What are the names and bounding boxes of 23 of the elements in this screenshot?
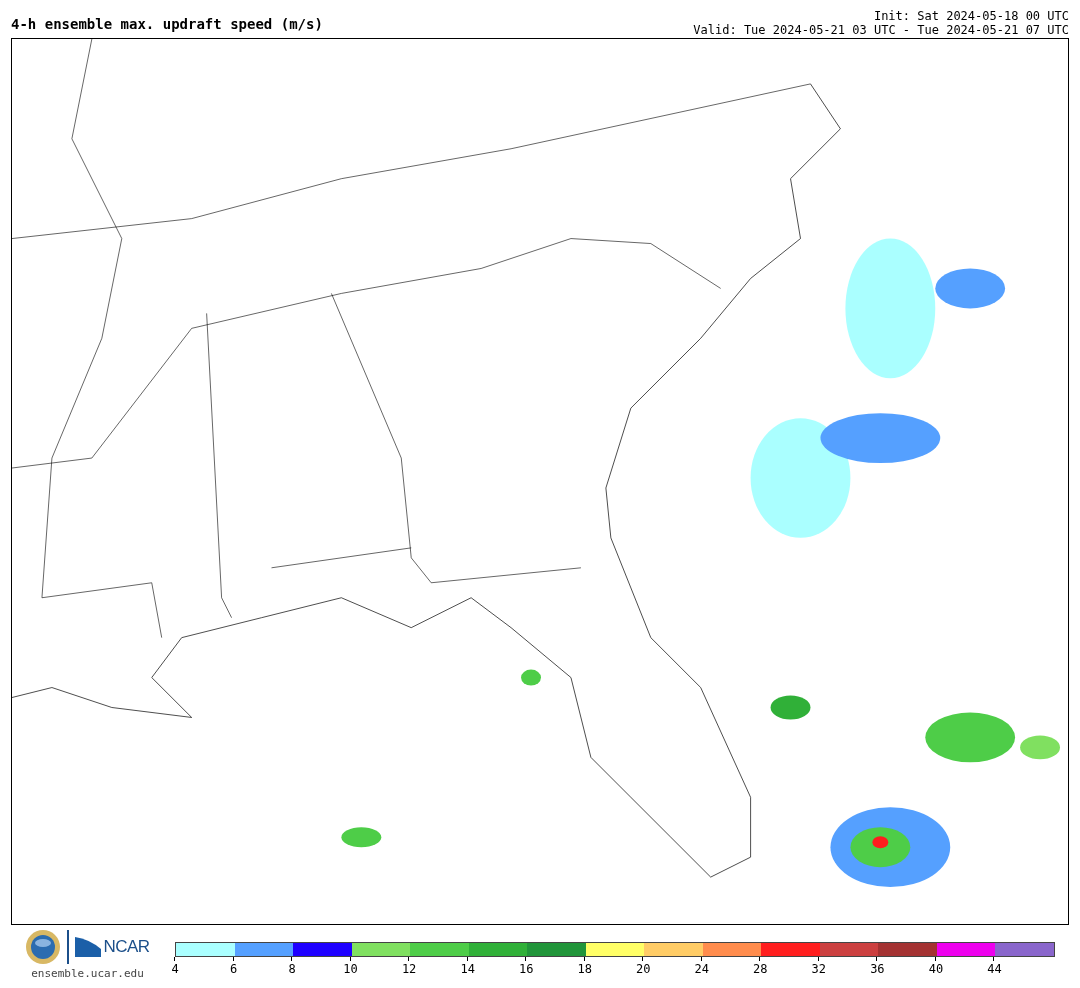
scale-label: 14 <box>460 962 475 976</box>
init-time: Init: Sat 2024-05-18 00 UTC <box>873 9 1069 23</box>
scale-label: 24 <box>694 962 709 976</box>
chart-title: 4-h ensemble max. updraft speed (m/s) <box>11 16 323 34</box>
logo-text: NCAR <box>103 937 150 957</box>
scale-label: 12 <box>401 962 417 976</box>
scale-label: 16 <box>518 962 534 976</box>
scale-label: 6 <box>229 962 238 976</box>
swoosh-icon <box>75 937 102 957</box>
scale-label: 10 <box>343 962 358 976</box>
scale-label: 40 <box>928 962 944 976</box>
scale-label: 8 <box>288 962 296 976</box>
scale-label: 18 <box>577 962 592 976</box>
scale-label: 20 <box>636 962 651 976</box>
scale-label: 32 <box>811 962 827 976</box>
valid-time: Valid: Tue 2024-05-21 03 UTC - Tue 2024-05-21 07 UTC <box>693 23 1069 37</box>
scale-label: 4 <box>171 962 179 976</box>
seal-icon <box>25 929 62 965</box>
site-url: ensemble.ucar.edu <box>31 967 144 980</box>
scale-label: 44 <box>987 962 1002 976</box>
divider-line <box>67 930 70 964</box>
scale-label: 28 <box>753 962 768 976</box>
scale-label: 36 <box>870 962 885 976</box>
